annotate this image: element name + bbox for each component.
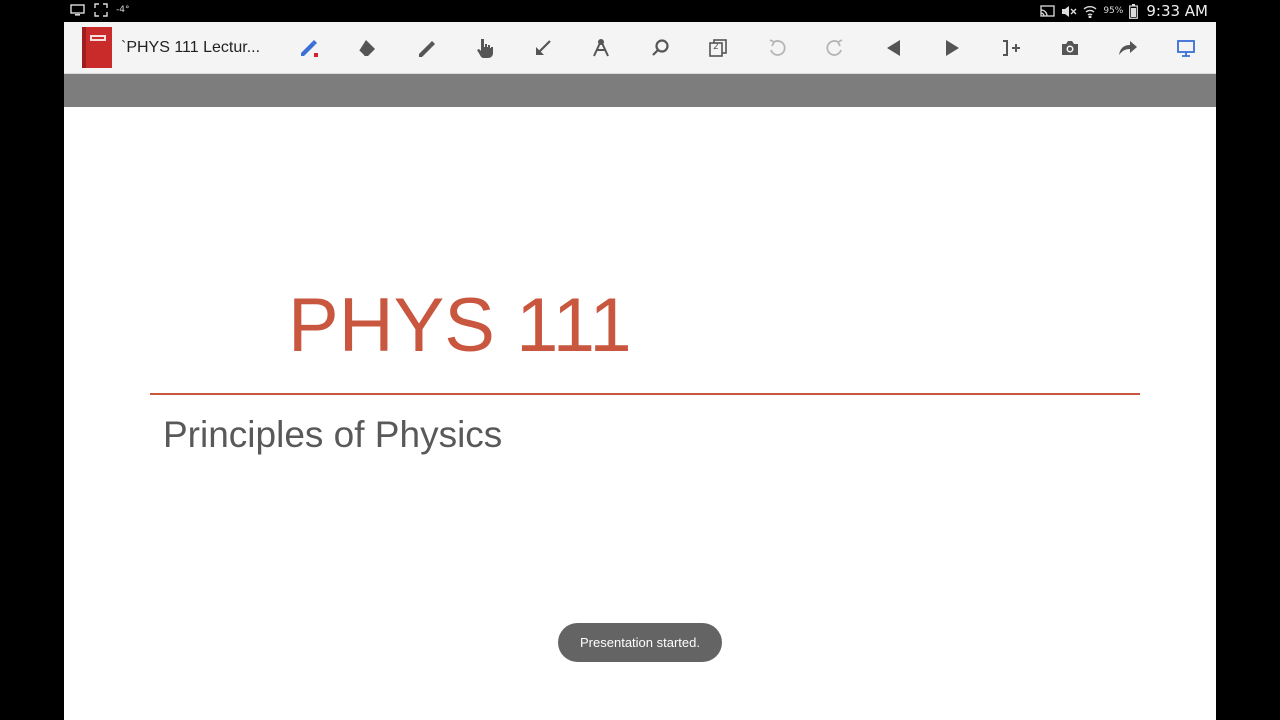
cast-icon bbox=[1040, 5, 1055, 17]
slide-subtitle: Principles of Physics bbox=[163, 414, 503, 455]
clock: 9:33 AM bbox=[1146, 2, 1208, 20]
temperature: -4° bbox=[116, 5, 130, 15]
arrow-pointer-icon bbox=[532, 37, 554, 59]
presentation-button[interactable] bbox=[1174, 36, 1198, 60]
cast-screen-icon bbox=[70, 3, 86, 17]
hand-tool-button[interactable] bbox=[473, 36, 497, 60]
redo-icon bbox=[824, 37, 846, 59]
screenshot-frame-icon bbox=[94, 3, 108, 17]
eraser-tool-button[interactable] bbox=[355, 36, 379, 60]
compass-icon bbox=[590, 37, 612, 59]
next-slide-icon bbox=[941, 37, 963, 59]
pen-icon bbox=[298, 37, 320, 59]
pen-tool-button[interactable] bbox=[297, 36, 321, 60]
page-select-button[interactable]: 2 bbox=[706, 36, 730, 60]
presentation-icon bbox=[1175, 37, 1197, 59]
document-thumbnail-icon[interactable] bbox=[82, 27, 112, 68]
mute-icon bbox=[1061, 5, 1077, 18]
search-icon bbox=[649, 37, 671, 59]
undo-icon bbox=[766, 37, 788, 59]
snapshot-button[interactable] bbox=[1058, 36, 1082, 60]
highlighter-tool-button[interactable] bbox=[414, 36, 438, 60]
compass-tool-button[interactable] bbox=[589, 36, 613, 60]
share-icon bbox=[1117, 37, 1139, 59]
page-number: 2 bbox=[713, 42, 719, 52]
highlighter-icon bbox=[415, 37, 437, 59]
screen: -4° 95% 9:33 AM `PHYS 111 Lectur... 2 PH… bbox=[0, 0, 1280, 720]
pointer-tool-button[interactable] bbox=[531, 36, 555, 60]
eraser-icon bbox=[356, 37, 378, 59]
wifi-icon bbox=[1083, 5, 1097, 18]
hand-pointer-icon bbox=[474, 37, 496, 59]
previous-slide-button[interactable] bbox=[882, 36, 906, 60]
redo-button[interactable] bbox=[823, 36, 847, 60]
battery-percent: 95% bbox=[1103, 6, 1124, 16]
share-button[interactable] bbox=[1116, 36, 1140, 60]
battery-icon bbox=[1129, 3, 1139, 19]
status-bar: -4° 95% 9:33 AM bbox=[64, 0, 1216, 22]
insert-page-button[interactable] bbox=[999, 36, 1023, 60]
document-title[interactable]: `PHYS 111 Lectur... bbox=[121, 39, 260, 57]
status-right: 95% 9:33 AM bbox=[1040, 2, 1208, 20]
slide-header-bar bbox=[64, 74, 1216, 107]
slide-title: PHYS 111 bbox=[288, 283, 632, 368]
camera-icon bbox=[1059, 37, 1081, 59]
undo-button[interactable] bbox=[765, 36, 789, 60]
search-button[interactable] bbox=[648, 36, 672, 60]
app-toolbar: `PHYS 111 Lectur... 2 bbox=[64, 22, 1216, 74]
toast-message: Presentation started. bbox=[558, 623, 722, 662]
next-slide-button[interactable] bbox=[940, 36, 964, 60]
previous-slide-icon bbox=[883, 37, 905, 59]
insert-blank-icon bbox=[1000, 37, 1022, 59]
status-left: -4° bbox=[70, 3, 129, 17]
title-divider bbox=[150, 393, 1140, 395]
